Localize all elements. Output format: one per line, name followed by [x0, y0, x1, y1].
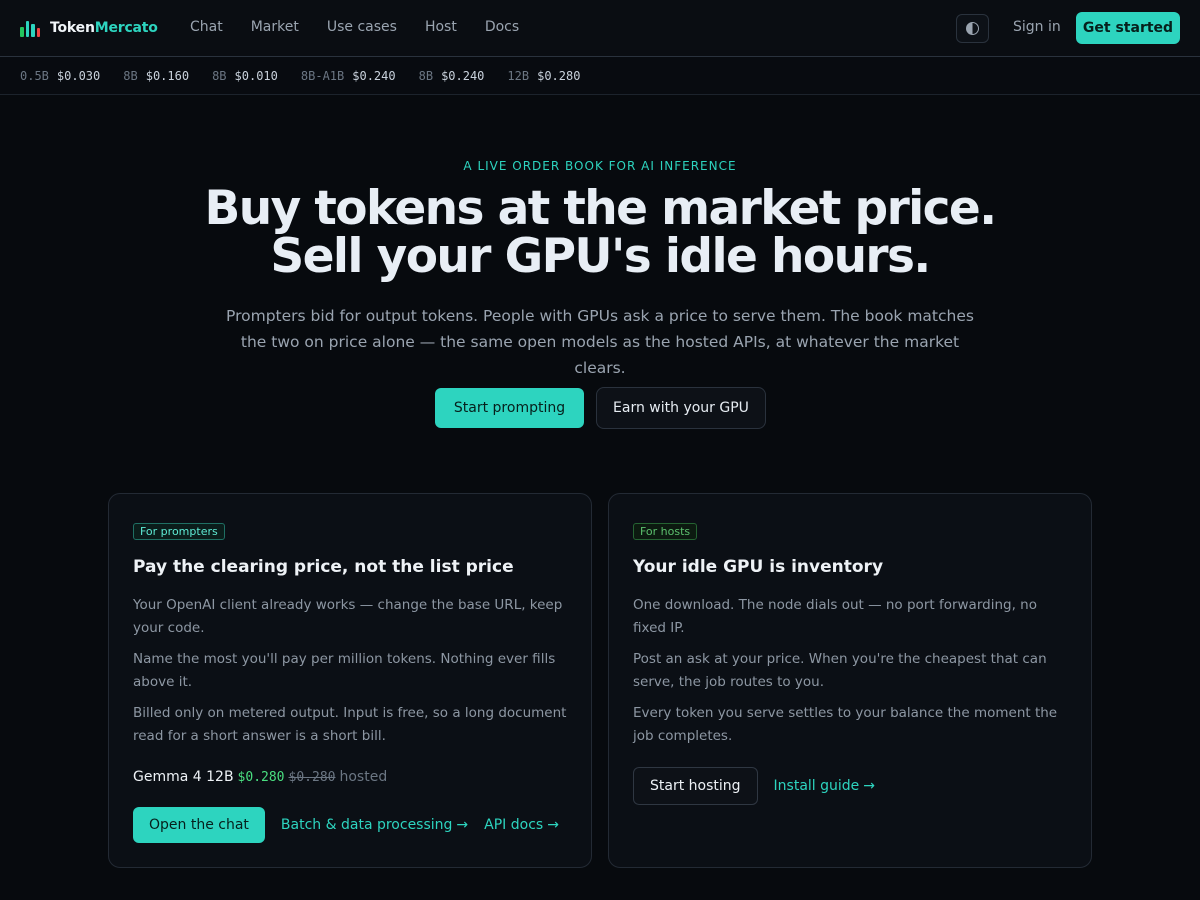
ticker-price: $0.160 [145, 68, 190, 83]
bar-chart-icon [20, 19, 40, 37]
hosts-paragraph: Every token you serve settles to your ba… [633, 705, 1058, 744]
hosts-paragraph: Post an ask at your price. When you're t… [633, 651, 1047, 690]
hosts-card-actions: Start hosting Install guide → [633, 767, 875, 805]
prompters-paragraph: Billed only on metered output. Input is … [133, 705, 567, 744]
contrast-icon [966, 22, 979, 35]
theme-toggle-button[interactable] [956, 14, 989, 43]
hero-subhead: Prompters bid for output tokens. People … [226, 307, 974, 377]
hosts-card-body: One download. The node dials out — no po… [633, 594, 1069, 756]
install-guide-link[interactable]: Install guide → [774, 778, 875, 794]
prompters-card-title: Pay the clearing price, not the list pri… [133, 557, 514, 577]
nav-link-host[interactable]: Host [425, 19, 457, 35]
brand-logo[interactable]: TokenMercato [20, 18, 158, 38]
ticker-item[interactable]: 8B $0.010 [212, 69, 278, 83]
get-started-button[interactable]: Get started [1076, 12, 1180, 44]
nav-links: Chat Market Use cases Host Docs [190, 19, 519, 35]
model-name: Gemma 4 12B [133, 769, 234, 785]
start-prompting-button[interactable]: Start prompting [435, 388, 584, 428]
ticker-price: $0.240 [441, 68, 485, 83]
top-nav: TokenMercato Chat Market Use cases Host … [0, 0, 1200, 57]
arrow-right-icon: → [863, 778, 876, 794]
batch-processing-link[interactable]: Batch & data processing → [281, 817, 468, 833]
model-price-line: Gemma 4 12B $0.280 $0.280 hosted [133, 769, 387, 785]
api-docs-link-label: API docs [484, 817, 544, 833]
hosted-label: hosted [339, 769, 388, 785]
brand-name-part1: Token [50, 20, 95, 36]
ticker-price: $0.240 [352, 68, 396, 83]
ticker-item[interactable]: 8B $0.160 [123, 69, 189, 83]
hosts-card: For hosts Your idle GPU is inventory One… [608, 493, 1092, 868]
ticker-price: $0.280 [537, 68, 581, 83]
nav-link-use-cases[interactable]: Use cases [327, 19, 397, 35]
ticker-model-size: 8B [123, 68, 138, 83]
ticker-item[interactable]: 0.5B $0.030 [20, 69, 100, 83]
arrow-right-icon: → [456, 817, 469, 833]
hero-headline-line2: Sell your GPU's idle hours. [270, 229, 931, 284]
hosted-list-price: $0.280 [288, 770, 336, 785]
ticker-item[interactable]: 12B $0.280 [507, 69, 580, 83]
clearing-price: $0.280 [237, 770, 285, 785]
prompters-badge: For prompters [133, 523, 225, 540]
sign-in-link[interactable]: Sign in [1013, 19, 1061, 35]
start-hosting-button[interactable]: Start hosting [633, 767, 758, 805]
ticker-item[interactable]: 8B-A1B $0.240 [301, 69, 396, 83]
hero-eyebrow: A LIVE ORDER BOOK FOR AI INFERENCE [463, 159, 737, 173]
open-chat-button[interactable]: Open the chat [133, 807, 265, 843]
brand-name-part2: Mercato [94, 20, 158, 36]
ticker-model-size: 12B [507, 68, 530, 83]
ticker-model-size: 8B-A1B [300, 68, 345, 83]
ticker-item[interactable]: 8B $0.240 [419, 69, 485, 83]
ticker-model-size: 0.5B [20, 68, 49, 83]
hosts-paragraph: One download. The node dials out — no po… [633, 597, 1037, 636]
ticker-model-size: 8B [418, 68, 434, 83]
api-docs-link[interactable]: API docs → [484, 817, 559, 833]
ticker-model-size: 8B [212, 68, 227, 83]
batch-processing-link-label: Batch & data processing [280, 817, 453, 833]
nav-link-docs[interactable]: Docs [485, 19, 519, 35]
nav-link-market[interactable]: Market [251, 19, 299, 35]
nav-link-chat[interactable]: Chat [190, 19, 223, 35]
prompters-paragraph: Your OpenAI client already works — chang… [133, 597, 563, 636]
prompters-card-body: Your OpenAI client already works — chang… [133, 594, 569, 756]
prompters-card-actions: Open the chat Batch & data processing → A… [133, 807, 559, 843]
price-ticker: 0.5B $0.030 8B $0.160 8B $0.010 8B-A1B $0.24… [0, 57, 1200, 95]
ticker-price: $0.030 [56, 68, 101, 83]
earn-with-gpu-button[interactable]: Earn with your GPU [596, 387, 766, 429]
prompters-paragraph: Name the most you'll pay per million tok… [133, 651, 556, 690]
prompters-card: For prompters Pay the clearing price, no… [108, 493, 592, 868]
hosts-card-title: Your idle GPU is inventory [633, 557, 884, 577]
hosts-badge: For hosts [633, 523, 698, 540]
hero-headline: Buy tokens at the market price. Sell you… [0, 185, 1200, 281]
brand-name: TokenMercato [50, 20, 158, 36]
install-guide-link-label: Install guide [773, 778, 860, 794]
ticker-price: $0.010 [234, 68, 278, 83]
arrow-right-icon: → [547, 817, 559, 833]
hero-headline-line1: Buy tokens at the market price. [204, 181, 998, 236]
